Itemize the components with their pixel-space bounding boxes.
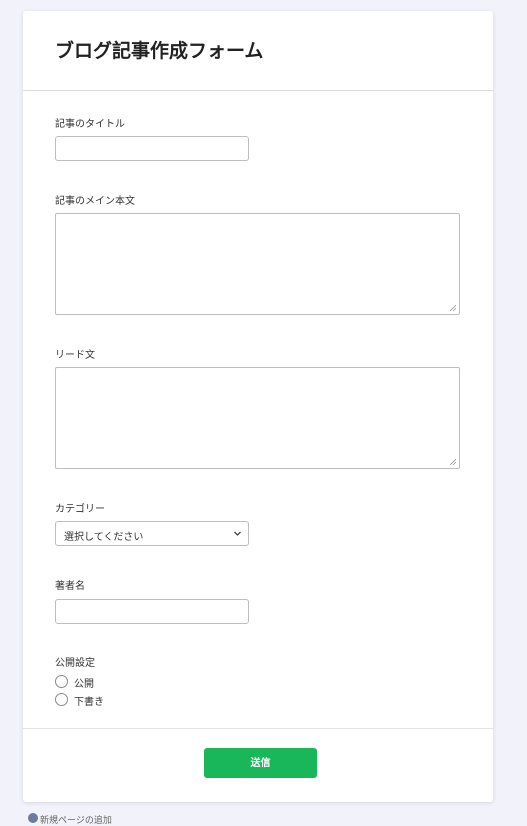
title-label: 記事のタイトル bbox=[55, 119, 125, 130]
form-header: ブログ記事作成フォーム bbox=[23, 11, 493, 91]
add-page-link-label: 新規ページの追加 bbox=[40, 816, 112, 826]
radio-label: 下書き bbox=[74, 697, 104, 708]
submit-button[interactable]: 送信 bbox=[204, 748, 317, 778]
form-card: ブログ記事作成フォーム 記事のタイトル 記事のメイン本文 リード文 カテゴリー … bbox=[23, 11, 493, 802]
main-body-textarea[interactable] bbox=[55, 213, 460, 315]
resize-grip-icon[interactable] bbox=[450, 305, 456, 311]
radio-button[interactable] bbox=[55, 675, 68, 688]
author-label: 著者名 bbox=[55, 581, 85, 592]
author-input[interactable] bbox=[55, 599, 249, 624]
radio-button[interactable] bbox=[55, 693, 68, 706]
lead-label: リード文 bbox=[55, 350, 95, 361]
plus-circle-icon bbox=[28, 813, 38, 823]
resize-grip-icon[interactable] bbox=[450, 459, 456, 465]
radio-label: 公開 bbox=[74, 679, 94, 690]
page-title: ブログ記事作成フォーム bbox=[55, 40, 264, 62]
category-label: カテゴリー bbox=[55, 504, 105, 515]
publish-label: 公開設定 bbox=[55, 658, 95, 669]
category-selected-value: 選択してください bbox=[64, 532, 144, 543]
form-footer: 送信 bbox=[23, 728, 493, 803]
lead-textarea[interactable] bbox=[55, 367, 460, 469]
main-body-label: 記事のメイン本文 bbox=[55, 196, 135, 207]
category-select[interactable]: 選択してください bbox=[55, 521, 249, 546]
add-page-link[interactable]: 新規ページの追加 bbox=[28, 813, 112, 826]
title-input[interactable] bbox=[55, 136, 249, 161]
chevron-down-icon bbox=[234, 531, 241, 536]
